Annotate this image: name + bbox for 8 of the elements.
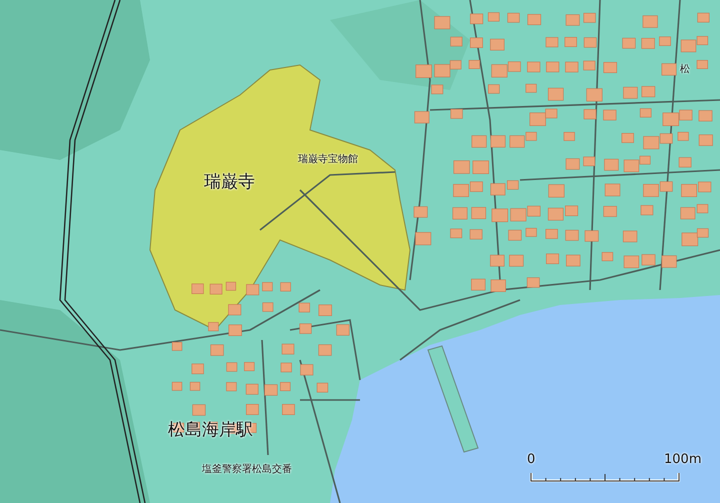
map-view[interactable]: 瑞巌寺 瑞巌寺宝物館 松島海岸駅 塩釜警察署松島交番 松 0 100m xyxy=(0,0,720,503)
temple-label: 瑞巌寺 xyxy=(204,171,255,193)
scale-start-label: 0 xyxy=(527,452,536,467)
facility-label: 塩釜警察署松島交番 xyxy=(202,462,292,476)
facility-label: 松 xyxy=(680,62,690,76)
scale-end-label: 100m xyxy=(664,452,702,467)
facility-label: 瑞巌寺宝物館 xyxy=(298,152,358,166)
station-label: 松島海岸駅 xyxy=(168,419,253,441)
